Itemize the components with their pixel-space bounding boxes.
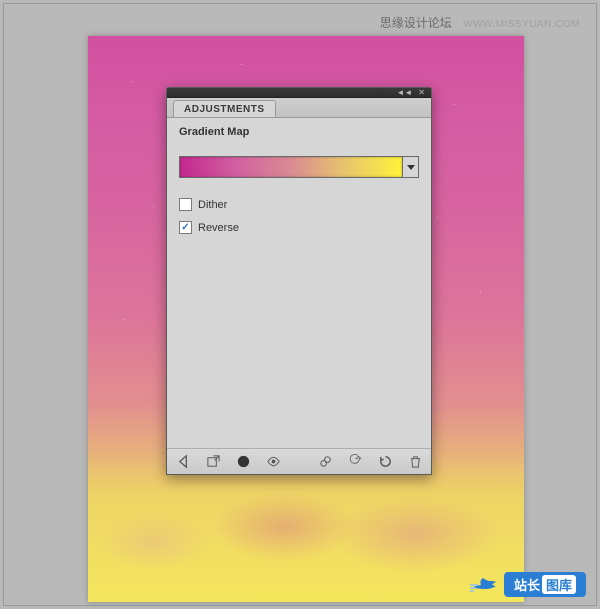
adjustments-panel: ◄◄ ✕ ADJUSTMENTS Gradient Map Dither ✓ [166, 87, 432, 475]
panel-footer [167, 448, 431, 474]
back-arrow-icon[interactable] [175, 454, 191, 470]
collapse-icon[interactable]: ◄◄ [396, 89, 412, 97]
watermark-text: 思缘设计论坛 [380, 16, 452, 30]
badge-text1: 站长 [514, 575, 540, 594]
panel-body: Gradient Map Dither ✓ Reverse [167, 118, 431, 448]
panel-titlebar[interactable]: ◄◄ ✕ [167, 88, 431, 98]
reverse-label: Reverse [198, 222, 239, 234]
dither-row: Dither [179, 198, 419, 211]
app-frame: 思缘设计论坛 WWW.MISSYUAN.COM ◄◄ ✕ ADJUSTMENTS [3, 3, 597, 606]
close-icon[interactable]: ✕ [418, 89, 425, 97]
reset-circle-icon[interactable] [377, 454, 393, 470]
panel-tabs: ADJUSTMENTS [167, 98, 431, 118]
dither-label: Dither [198, 199, 227, 211]
adjustment-title: Gradient Map [179, 126, 419, 138]
gradient-dropdown[interactable] [403, 156, 419, 178]
reset-icon[interactable] [347, 454, 363, 470]
watermark-top: 思缘设计论坛 WWW.MISSYUAN.COM [380, 14, 580, 31]
tab-adjustments[interactable]: ADJUSTMENTS [173, 100, 276, 117]
gradient-picker [179, 156, 419, 178]
bottom-badge: 站长 图库 [470, 572, 586, 597]
reverse-checkbox[interactable]: ✓ [179, 221, 192, 234]
clip-icon[interactable] [317, 454, 333, 470]
bird-icon [470, 576, 498, 594]
badge-pill: 站长 图库 [504, 572, 586, 597]
circle-mask-icon[interactable] [235, 454, 251, 470]
reverse-row: ✓ Reverse [179, 221, 419, 234]
dither-checkbox[interactable] [179, 198, 192, 211]
watermark-url: WWW.MISSYUAN.COM [463, 19, 580, 30]
eye-icon[interactable] [265, 454, 281, 470]
badge-text2: 图库 [542, 575, 576, 594]
trash-icon[interactable] [407, 454, 423, 470]
gradient-swatch[interactable] [179, 156, 403, 178]
expand-icon[interactable] [205, 454, 221, 470]
